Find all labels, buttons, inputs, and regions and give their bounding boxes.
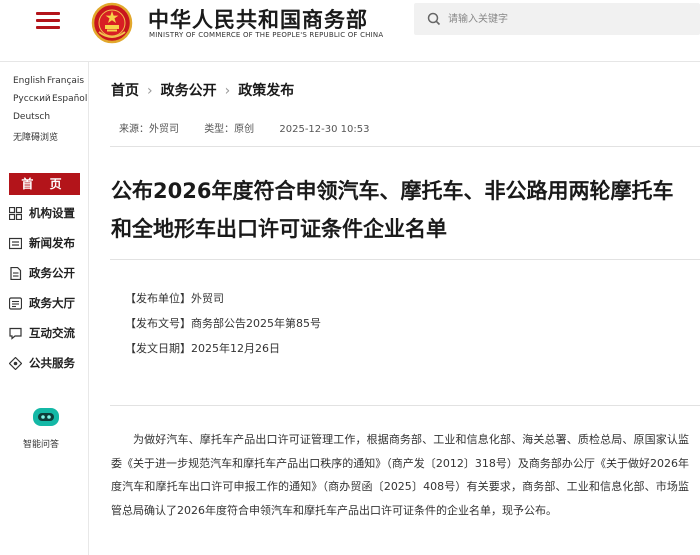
document-icon xyxy=(10,267,22,280)
lang-french[interactable]: Français xyxy=(47,76,84,86)
breadcrumb-home[interactable]: 首页 xyxy=(111,83,139,99)
grid-icon xyxy=(9,207,22,220)
article-datetime: 2025-12-30 10:53 xyxy=(279,124,370,135)
chat-icon xyxy=(9,327,22,340)
breadcrumb-separator: › xyxy=(224,83,231,99)
article-title: 公布2026年度符合申领汽车、摩托车、非公路用两轮摩托车和全地形车出口许可证条件… xyxy=(111,179,674,241)
article-issuer: 【发布单位】外贸司 xyxy=(125,292,224,305)
article-meta: 来源：外贸司 类型：原创 2025-12-30 10:53 xyxy=(119,120,392,135)
list-icon xyxy=(9,297,22,310)
main-content: 首页 › 政务公开 › 政策发布 来源：外贸司 类型：原创 2025-12-30 10:… xyxy=(90,62,700,555)
sidebar-item-label: 新闻发布 xyxy=(29,236,75,250)
sidebar-item-news[interactable]: 新闻发布 xyxy=(9,233,89,255)
smart-qa-label: 智能问答 xyxy=(23,440,60,450)
robot-icon xyxy=(33,408,59,426)
sidebar-item-label: 互动交流 xyxy=(29,326,75,340)
sidebar-item-label: 政务大厅 xyxy=(29,296,75,310)
article-issue-date: 【发文日期】2025年12月26日 xyxy=(125,342,280,355)
smart-qa-button[interactable]: 智能问答 xyxy=(23,407,66,467)
article-source: 来源：外贸司 xyxy=(119,124,179,135)
lang-english[interactable]: English xyxy=(13,76,46,86)
sidebar-item-open-government[interactable]: 政务公开 xyxy=(9,263,89,285)
sidebar-item-public-service[interactable]: 公共服务 xyxy=(9,353,89,375)
sidebar-home-button[interactable]: 首 页 xyxy=(9,173,80,195)
sidebar-item-label: 政务公开 xyxy=(29,266,75,280)
sidebar-item-interaction[interactable]: 互动交流 xyxy=(9,323,89,345)
breadcrumb-open-government[interactable]: 政务公开 xyxy=(161,83,217,99)
divider xyxy=(110,259,700,260)
article-doc-number: 【发布文号】商务部公告2025年第85号 xyxy=(125,317,321,330)
sidebar-item-label: 机构设置 xyxy=(29,206,75,220)
search-input[interactable] xyxy=(448,9,688,29)
article-type: 类型：原创 xyxy=(204,124,255,135)
lang-german[interactable]: Deutsch xyxy=(13,112,50,122)
national-emblem-icon[interactable] xyxy=(91,2,133,44)
search-box xyxy=(414,3,700,35)
news-icon xyxy=(9,237,22,250)
menu-icon[interactable] xyxy=(36,12,60,29)
search-icon[interactable] xyxy=(426,11,442,27)
sidebar: English Français Русский Español Deutsch… xyxy=(0,62,89,555)
lang-spanish[interactable]: Español xyxy=(52,94,87,104)
article-body: 为做好汽车、摩托车产品出口许可证管理工作，根据商务部、工业和信息化部、海关总署、… xyxy=(111,433,689,517)
breadcrumb-separator: › xyxy=(147,83,153,99)
service-icon xyxy=(9,357,22,370)
brand-title: 中华人民共和国商务部 xyxy=(148,8,368,32)
sidebar-item-service-hall[interactable]: 政务大厅 xyxy=(9,293,89,315)
divider xyxy=(110,146,700,147)
breadcrumb: 首页 › 政务公开 › 政策发布 xyxy=(111,80,294,100)
lang-russian[interactable]: Русский xyxy=(13,94,51,104)
divider xyxy=(110,405,700,406)
site-header: 中华人民共和国商务部 MINISTRY OF COMMERCE OF THE P… xyxy=(0,0,700,62)
sidebar-item-label: 公共服务 xyxy=(29,356,75,370)
brand-subtitle: MINISTRY OF COMMERCE OF THE PEOPLE'S REP… xyxy=(149,31,384,39)
accessibility-link[interactable]: 无障碍浏览 xyxy=(13,130,58,143)
sidebar-item-organization[interactable]: 机构设置 xyxy=(9,203,89,225)
breadcrumb-policy-release[interactable]: 政策发布 xyxy=(238,83,294,99)
